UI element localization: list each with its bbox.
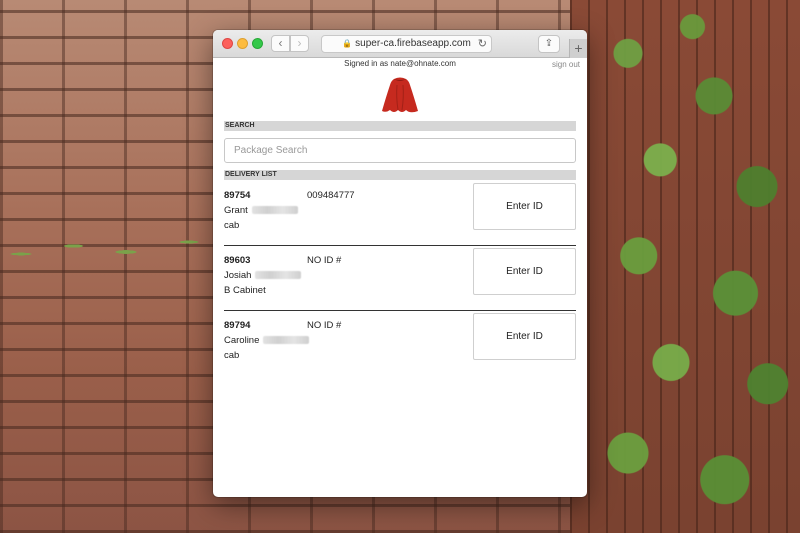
delivery-row: 89794 NO ID # Caroline cab Enter ID <box>224 313 576 376</box>
package-location: cab <box>224 350 240 361</box>
package-search-input[interactable] <box>224 138 576 163</box>
package-number: 89603 <box>224 255 251 266</box>
forward-button[interactable]: › <box>290 35 309 52</box>
package-location: cab <box>224 220 240 231</box>
share-button[interactable]: ⇪ <box>538 35 560 53</box>
recipient-name: Grant <box>224 205 298 216</box>
recipient-name: Josiah <box>224 270 302 281</box>
delivery-row: 89754 009484777 Grant cab Enter ID <box>224 183 576 246</box>
package-number: 89794 <box>224 320 251 331</box>
ivy-foliage <box>585 0 800 533</box>
package-number: 89754 <box>224 190 251 201</box>
back-button[interactable]: ‹ <box>271 35 290 52</box>
chevron-left-icon: ‹ <box>278 36 283 50</box>
browser-window: ‹ › 🔒 super-ca.firebaseapp.com ↻ ⇪ + Sign… <box>213 30 587 497</box>
delivery-list: 89754 009484777 Grant cab Enter ID 89603… <box>224 183 576 376</box>
signed-in-status: Signed in as nate@ohnate.com <box>344 59 456 68</box>
cape-logo-icon <box>382 77 418 113</box>
browser-toolbar: ‹ › 🔒 super-ca.firebaseapp.com ↻ ⇪ + <box>213 30 587 58</box>
recipient-first-name: Grant <box>224 205 248 216</box>
redacted-surname <box>255 271 302 280</box>
recipient-first-name: Caroline <box>224 335 260 346</box>
redacted-surname <box>251 206 298 215</box>
vine-leaves <box>0 230 210 270</box>
enter-id-button[interactable]: Enter ID <box>473 183 576 230</box>
recipient-name: Caroline <box>224 335 310 346</box>
recipient-id-number: NO ID # <box>307 320 342 331</box>
share-icon: ⇪ <box>544 38 554 49</box>
chevron-right-icon: › <box>297 36 302 50</box>
url-text: super-ca.firebaseapp.com <box>355 38 471 49</box>
close-window-button[interactable] <box>222 38 233 49</box>
search-section-header: SEARCH <box>224 121 576 131</box>
plus-icon: + <box>574 40 583 56</box>
account-bar: Signed in as nate@ohnate.com sign out <box>224 59 580 71</box>
recipient-id-number: 009484777 <box>307 190 355 201</box>
delivery-row: 89603 NO ID # Josiah B Cabinet Enter ID <box>224 248 576 311</box>
reload-icon[interactable]: ↻ <box>478 36 487 52</box>
minimize-window-button[interactable] <box>237 38 248 49</box>
enter-id-button[interactable]: Enter ID <box>473 313 576 360</box>
redacted-surname <box>263 336 310 345</box>
recipient-id-number: NO ID # <box>307 255 342 266</box>
delivery-list-header: DELIVERY LIST <box>224 170 576 180</box>
lock-icon: 🔒 <box>342 39 353 48</box>
package-location: B Cabinet <box>224 285 266 296</box>
sign-out-link[interactable]: sign out <box>552 60 580 69</box>
enter-id-button[interactable]: Enter ID <box>473 248 576 295</box>
address-bar[interactable]: 🔒 super-ca.firebaseapp.com ↻ <box>321 35 492 53</box>
page-content: Signed in as nate@ohnate.com sign out SE… <box>213 59 587 376</box>
new-tab-button[interactable]: + <box>569 39 587 58</box>
zoom-window-button[interactable] <box>252 38 263 49</box>
recipient-first-name: Josiah <box>224 270 252 281</box>
